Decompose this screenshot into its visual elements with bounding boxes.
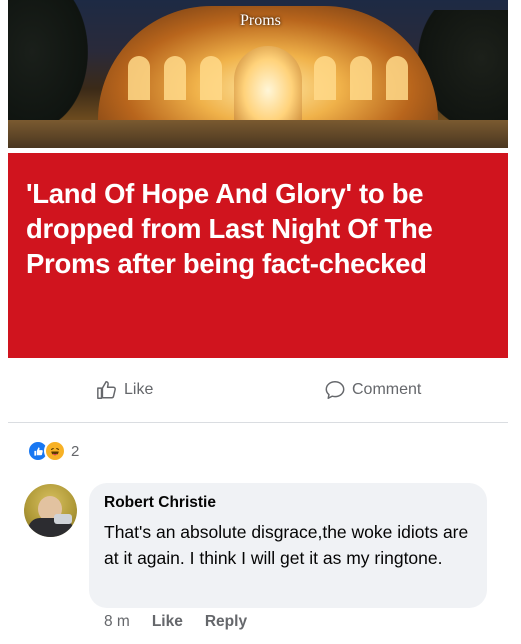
hall-window	[350, 56, 372, 100]
comment-button[interactable]: Comment	[324, 377, 421, 403]
comment-text: That's an absolute disgrace,the woke idi…	[104, 522, 469, 568]
hall-window	[386, 56, 408, 100]
article-headline[interactable]: 'Land Of Hope And Glory' to be dropped f…	[26, 176, 486, 281]
like-button[interactable]: Like	[96, 377, 153, 403]
comment-icon	[325, 381, 345, 399]
comment-like-link[interactable]: Like	[152, 613, 183, 631]
hall-window	[200, 56, 222, 100]
haha-icon	[44, 440, 66, 462]
tree-silhouette	[8, 0, 88, 130]
hall-entrance	[234, 46, 302, 120]
article-photo[interactable]: Proms	[8, 0, 508, 148]
hall-window	[314, 56, 336, 100]
comment-meta: 8 m Like Reply	[104, 613, 247, 631]
thumbs-up-icon	[97, 381, 116, 399]
forecourt	[8, 120, 508, 148]
hall-sign: Proms	[240, 12, 281, 29]
avatar[interactable]	[24, 484, 77, 537]
avatar-detail	[54, 514, 72, 524]
hall-window	[164, 56, 186, 100]
comment-timestamp[interactable]: 8 m	[104, 613, 130, 631]
hall-window	[128, 56, 150, 100]
reaction-count: 2	[71, 442, 80, 460]
like-label: Like	[124, 381, 154, 398]
comment-label: Comment	[352, 381, 422, 398]
comment-author[interactable]: Robert Christie	[104, 494, 216, 512]
comment-reply-link[interactable]: Reply	[205, 613, 247, 631]
divider	[8, 422, 508, 423]
reaction-summary[interactable]: 2	[27, 440, 79, 462]
